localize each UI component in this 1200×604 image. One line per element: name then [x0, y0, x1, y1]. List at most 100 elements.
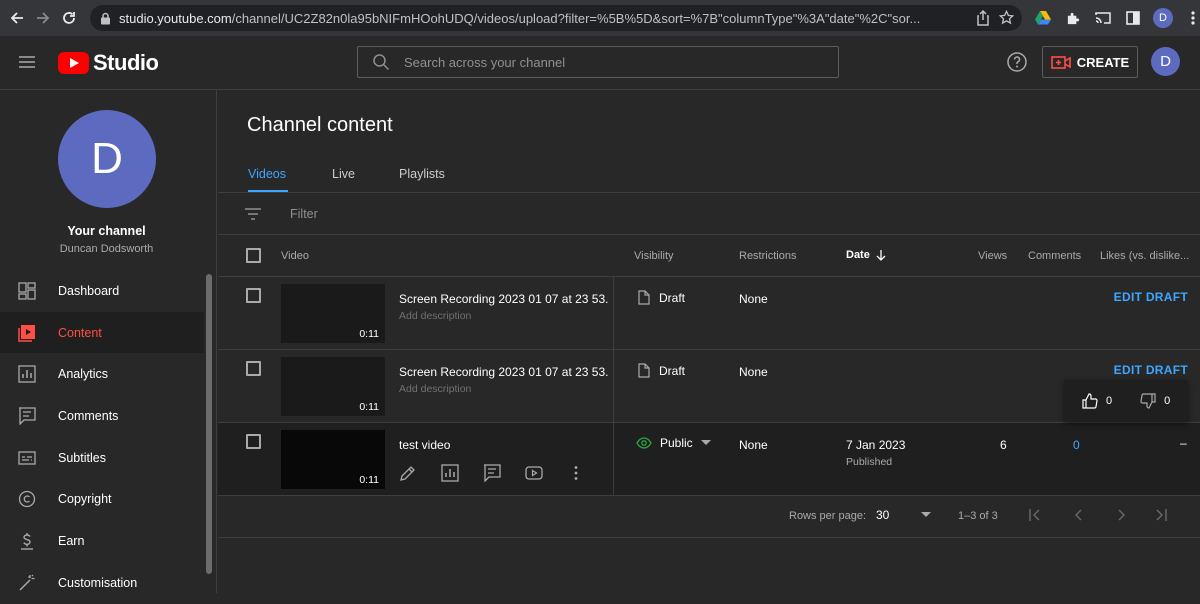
more-options-icon[interactable]: [567, 464, 585, 482]
sidebar-item-comments[interactable]: Comments: [0, 395, 204, 437]
sidebar-scrollbar[interactable]: [206, 274, 212, 574]
video-description[interactable]: Add description: [399, 383, 471, 395]
main-content: Channel content Videos Live Playlists Vi…: [218, 90, 1200, 593]
select-all-checkbox[interactable]: [246, 248, 261, 263]
sidebar-item-subtitles[interactable]: Subtitles: [0, 437, 204, 479]
comments-count-link[interactable]: 0: [1073, 438, 1080, 452]
rows-per-page-value: 30: [876, 508, 890, 522]
sidebar-item-dashboard[interactable]: Dashboard: [0, 270, 204, 312]
help-icon[interactable]: [1006, 51, 1028, 73]
account-avatar[interactable]: D: [1151, 47, 1180, 76]
tab-live[interactable]: Live: [332, 154, 355, 193]
video-title[interactable]: test video: [399, 438, 609, 452]
sidebar-item-copyright[interactable]: Copyright: [0, 478, 204, 520]
table-row[interactable]: 0:11 Screen Recording 2023 01 07 at 23 5…: [218, 277, 1200, 350]
extensions-puzzle-icon[interactable]: [1060, 5, 1086, 31]
cast-icon[interactable]: [1090, 5, 1116, 31]
visibility-label: Draft: [659, 363, 686, 378]
column-divider: [613, 423, 614, 495]
back-icon[interactable]: [4, 5, 30, 31]
caret-down-icon: [700, 440, 711, 445]
tab-label: Live: [332, 166, 355, 181]
copyright-icon: [18, 491, 36, 508]
table-row[interactable]: 0:11 Screen Recording 2023 01 07 at 23 5…: [218, 350, 1200, 423]
column-video: Video: [281, 250, 309, 262]
column-divider: [613, 277, 614, 349]
side-panel-icon[interactable]: [1120, 5, 1146, 31]
edit-draft-button[interactable]: EDIT DRAFT: [1114, 290, 1188, 304]
analytics-icon[interactable]: [441, 464, 459, 482]
column-restrictions[interactable]: Restrictions: [739, 250, 796, 262]
youtube-watch-icon[interactable]: [525, 464, 543, 482]
search-box[interactable]: [357, 46, 839, 78]
column-visibility[interactable]: Visibility: [634, 250, 674, 262]
sidebar-item-earn[interactable]: Earn: [0, 520, 204, 562]
sidebar-item-label: Analytics: [58, 367, 109, 382]
draft-document-icon: [638, 290, 650, 305]
first-page-icon[interactable]: [1028, 508, 1042, 522]
sidebar-item-content[interactable]: Content: [0, 311, 204, 354]
profile-icon[interactable]: D: [1150, 5, 1176, 31]
drive-icon[interactable]: [1030, 5, 1056, 31]
url-host: studio.youtube.com: [119, 10, 232, 26]
studio-logo[interactable]: Studio: [58, 50, 159, 76]
bookmark-star-icon[interactable]: [999, 10, 1014, 25]
public-eye-icon: [636, 437, 652, 449]
sort-down-icon: [876, 250, 886, 261]
next-page-icon[interactable]: [1114, 508, 1128, 522]
tab-playlists[interactable]: Playlists: [399, 154, 445, 193]
row-checkbox[interactable]: [246, 288, 261, 303]
last-page-icon[interactable]: [1154, 508, 1168, 522]
tab-videos[interactable]: Videos: [248, 154, 286, 193]
forward-icon[interactable]: [30, 5, 56, 31]
video-thumbnail[interactable]: 0:11: [281, 430, 385, 489]
tab-label: Playlists: [399, 166, 445, 181]
analytics-icon: [18, 365, 36, 383]
previous-page-icon[interactable]: [1072, 508, 1086, 522]
page-title: Channel content: [247, 114, 393, 136]
earn-icon: [21, 532, 33, 550]
row-checkbox[interactable]: [246, 434, 261, 449]
reload-icon[interactable]: [56, 5, 82, 31]
rows-per-page-label: Rows per page:: [789, 510, 867, 522]
video-thumbnail[interactable]: 0:11: [281, 357, 385, 416]
restrictions-cell: None: [739, 365, 768, 379]
edit-pencil-icon[interactable]: [399, 464, 417, 482]
visibility-cell: Draft: [638, 363, 685, 378]
column-comments[interactable]: Comments: [1028, 250, 1081, 262]
dislikes-count: 0: [1164, 395, 1171, 407]
more-vert-icon[interactable]: [1180, 5, 1200, 31]
customisation-icon: [19, 574, 35, 591]
visibility-label: Public: [660, 436, 693, 450]
filter-input[interactable]: [290, 206, 451, 221]
create-button[interactable]: CREATE: [1042, 46, 1138, 78]
search-icon: [373, 54, 390, 71]
video-title[interactable]: Screen Recording 2023 01 07 at 23 53...: [399, 365, 609, 379]
sidebar-item-analytics[interactable]: Analytics: [0, 353, 204, 395]
video-thumbnail[interactable]: 0:11: [281, 284, 385, 343]
youtube-logo-icon: [58, 52, 89, 74]
row-checkbox[interactable]: [246, 361, 261, 376]
menu-icon[interactable]: [16, 51, 38, 73]
page-range: 1–3 of 3: [958, 510, 998, 522]
column-views[interactable]: Views: [978, 250, 1007, 262]
sidebar-item-customisation[interactable]: Customisation: [0, 562, 204, 604]
column-date[interactable]: Date: [846, 249, 886, 261]
filter-bar: [218, 193, 1200, 235]
edit-draft-button[interactable]: EDIT DRAFT: [1114, 363, 1188, 377]
rows-per-page-select[interactable]: 30: [876, 508, 932, 522]
sidebar-item-label: Dashboard: [58, 283, 120, 298]
comments-icon[interactable]: [483, 464, 501, 482]
share-icon[interactable]: [976, 10, 990, 26]
column-likes[interactable]: Likes (vs. dislike...: [1100, 250, 1198, 262]
date-cell: 7 Jan 2023: [846, 438, 906, 452]
table-row[interactable]: 0:11 test video Public None 7 Jan 2023 P…: [218, 423, 1200, 496]
video-description[interactable]: Add description: [399, 310, 471, 322]
search-input[interactable]: [404, 54, 804, 70]
channel-avatar[interactable]: D: [58, 110, 156, 208]
thumbs-up-icon: [1082, 393, 1098, 409]
address-bar[interactable]: studio.youtube.com/channel/UC2Z82n0la95b…: [90, 5, 1022, 31]
visibility-dropdown[interactable]: Public: [636, 436, 711, 450]
filter-icon[interactable]: [244, 207, 262, 221]
video-title[interactable]: Screen Recording 2023 01 07 at 23 53...: [399, 292, 609, 306]
